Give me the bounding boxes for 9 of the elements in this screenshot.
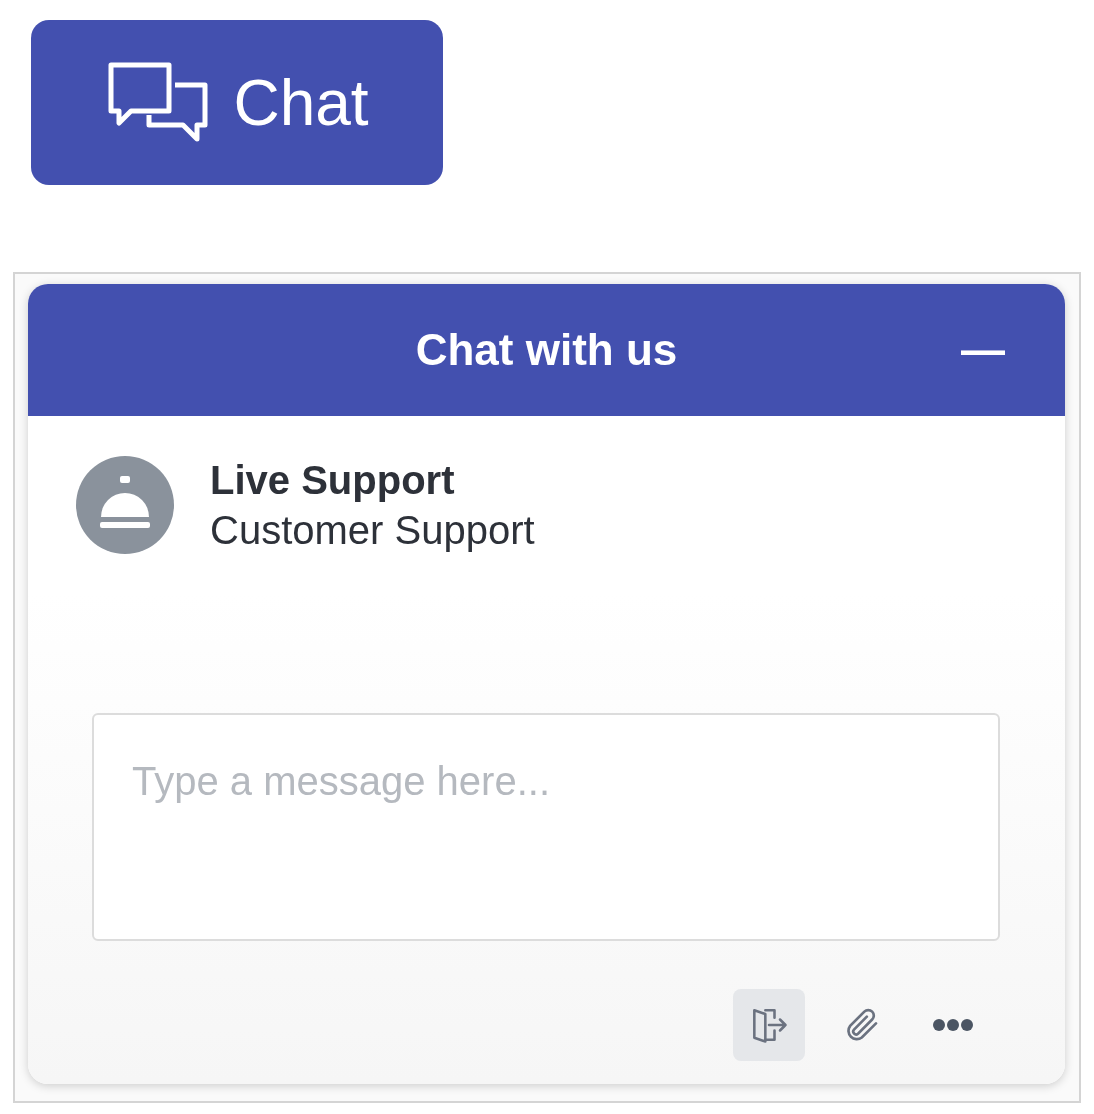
bell-avatar-icon [76, 455, 174, 554]
agent-department: Customer Support [210, 506, 535, 554]
more-icon [932, 1018, 974, 1032]
agent-name: Live Support [210, 456, 456, 504]
chat-button[interactable]: Chat [31, 20, 443, 185]
exit-button[interactable] [733, 989, 805, 1061]
message-field[interactable]: Type a message here... [92, 713, 1000, 941]
chat-title: Chat with us [415, 324, 678, 376]
minimize-button[interactable]: — [961, 328, 1005, 372]
